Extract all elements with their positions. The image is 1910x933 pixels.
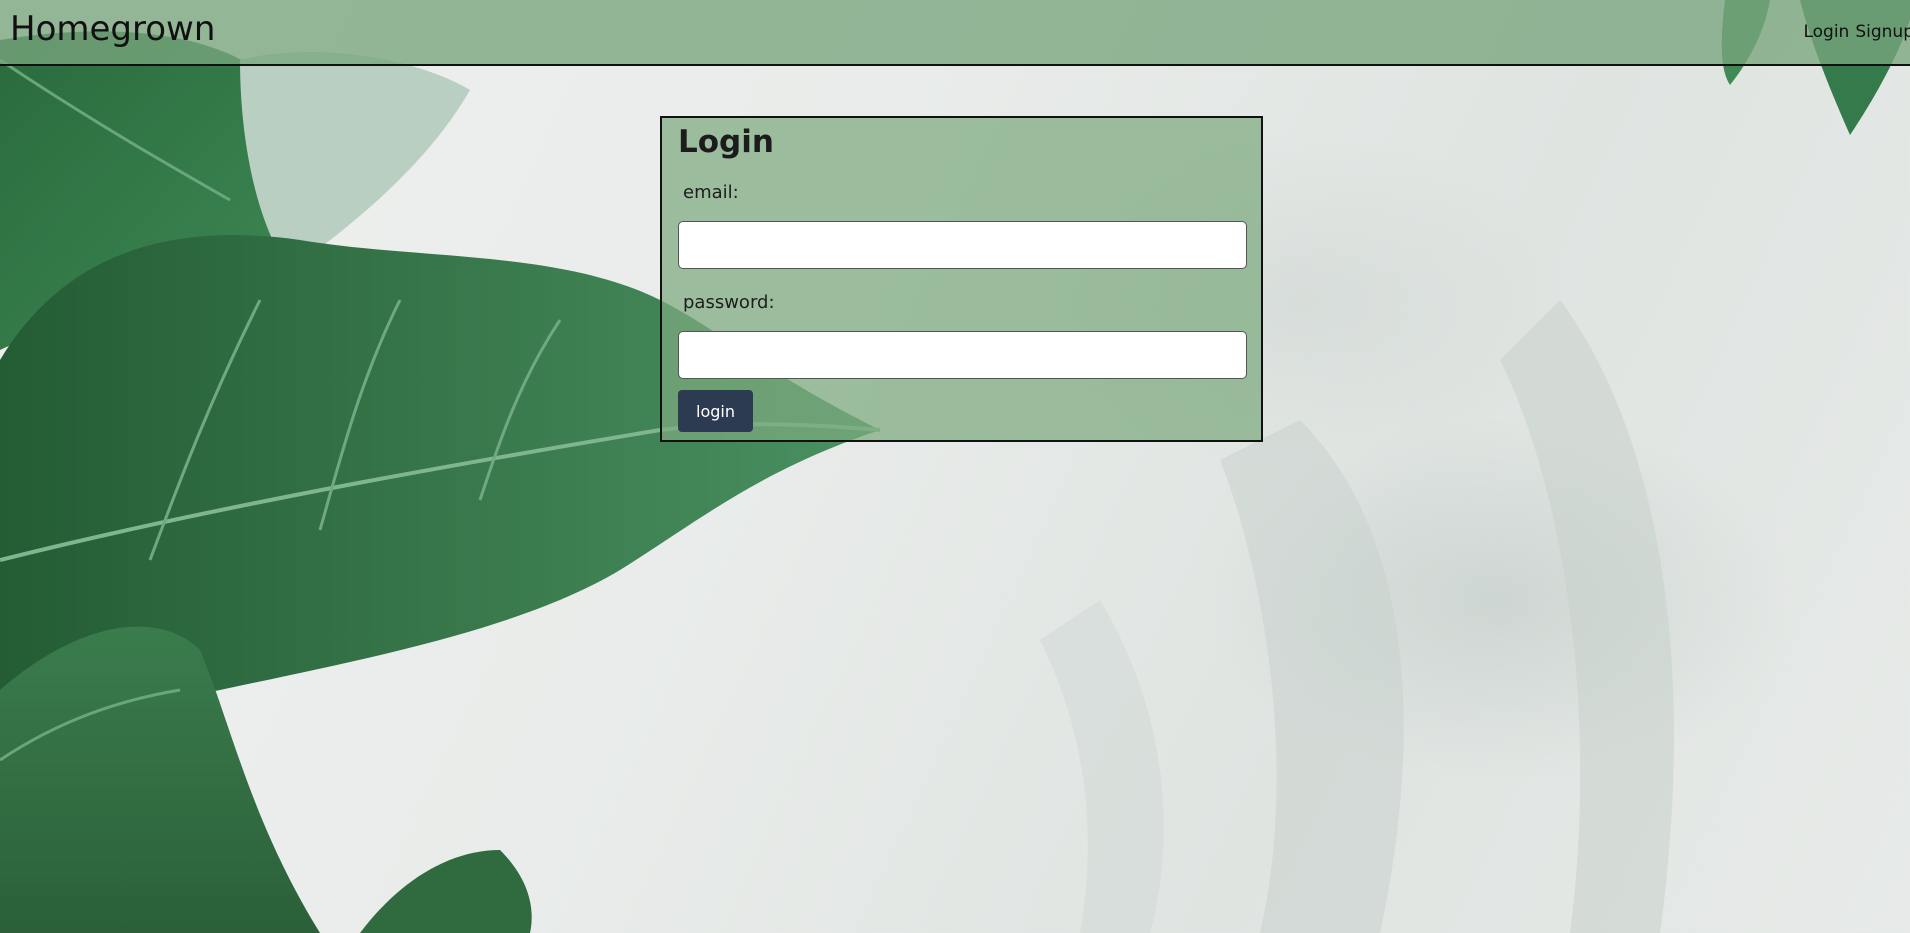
login-submit-button[interactable]: login [678,390,753,432]
login-title: Login [678,124,774,160]
nav-signup-link[interactable]: Signup [1855,22,1910,42]
nav-links: Login Signup [1803,22,1910,42]
nav-login-link[interactable]: Login [1803,22,1849,42]
email-label: email: [683,182,739,203]
password-input[interactable] [678,331,1247,379]
top-navbar: Homegrown Login Signup [0,0,1910,66]
email-input[interactable] [678,221,1247,269]
login-form-card: Login email: password: login [660,116,1263,442]
brand-logo-link[interactable]: Homegrown [10,9,215,49]
password-label: password: [683,292,775,313]
